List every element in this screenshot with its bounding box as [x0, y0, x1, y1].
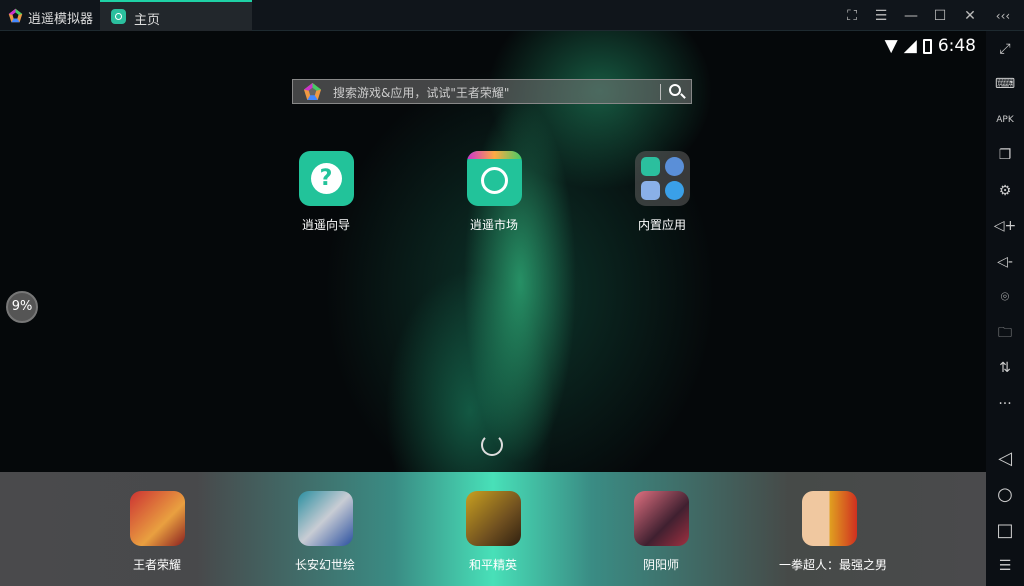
tab-home[interactable]: 主页	[100, 0, 252, 31]
game-icon	[801, 491, 857, 546]
signal-icon: ◢	[903, 36, 917, 56]
app-label: 一拳超人：最强之男	[779, 558, 888, 572]
home-icon[interactable]: ○	[986, 483, 1024, 507]
gear-icon[interactable]: ⚙	[986, 179, 1024, 203]
apk-icon[interactable]: APK	[986, 108, 1024, 132]
battery-icon	[922, 38, 932, 54]
sidebar-toolbar: ⤢ ⌨ APK ❐ ⚙ ◁+ ◁- ⌾ 🗀 ⇅ ··· ◁ ○ □ ☰	[986, 31, 1024, 586]
folder-icon	[634, 151, 690, 206]
home-tab-icon	[111, 9, 126, 24]
search-icon[interactable]	[669, 84, 681, 96]
more-icon[interactable]: ···	[986, 392, 1024, 416]
app-label: 王者荣耀	[132, 558, 181, 572]
folder-icon[interactable]: 🗀	[986, 321, 1024, 345]
app-label: 阴阳师	[642, 558, 679, 572]
screenshot-button[interactable]: ⛶	[843, 7, 861, 25]
collapse-sidebar-button[interactable]: ‹‹‹	[994, 7, 1012, 25]
market-icon	[466, 151, 522, 206]
help-icon: ?	[298, 151, 354, 206]
dock-app[interactable]: 长安幻世绘	[275, 491, 375, 573]
android-screen[interactable]: ▼ ◢ 6:48 搜索游戏&应用，试试"王者荣耀" ? 逍遥向导 逍遥市场 内置…	[0, 31, 986, 586]
clock: 6:48	[937, 36, 976, 56]
title-bar: 逍遥模拟器 主页 ⛶ ☰ — ☐ ✕ ‹‹‹	[0, 0, 1024, 31]
volume-up-icon[interactable]: ◁+	[986, 214, 1024, 238]
dock-app[interactable]: 王者荣耀	[107, 491, 207, 573]
app-guide[interactable]: ? 逍遥向导	[276, 151, 376, 233]
location-icon[interactable]: ⌾	[986, 285, 1024, 309]
dock-app[interactable]: 阴阳师	[611, 491, 711, 573]
search-input[interactable]: 搜索游戏&应用，试试"王者荣耀"	[292, 79, 692, 104]
app-market[interactable]: 逍遥市场	[444, 151, 544, 233]
close-button[interactable]: ✕	[961, 7, 979, 25]
list-menu-icon[interactable]: ☰	[986, 554, 1024, 578]
app-label: 和平精英	[468, 558, 517, 572]
refresh-icon[interactable]	[481, 434, 503, 456]
app-folder-builtin[interactable]: 内置应用	[612, 151, 712, 233]
app-store-logo-icon	[303, 82, 322, 101]
game-icon	[129, 491, 185, 546]
wifi-icon: ▼	[884, 36, 898, 56]
app-label: 长安幻世绘	[294, 558, 355, 572]
dock-app[interactable]: 和平精英	[443, 491, 543, 573]
app-label: 逍遥向导	[301, 218, 350, 232]
status-bar: ▼ ◢ 6:48	[885, 36, 976, 56]
game-icon	[465, 491, 521, 546]
app-title: 逍遥模拟器	[28, 12, 94, 27]
dock: 王者荣耀 长安幻世绘 和平精英 阴阳师 一拳超人：最强之男	[0, 472, 986, 586]
keyboard-icon[interactable]: ⌨	[986, 72, 1024, 96]
multi-window-icon[interactable]: ❐	[986, 143, 1024, 167]
divider	[660, 84, 661, 100]
fullscreen-icon[interactable]: ⤢	[986, 37, 1024, 61]
maximize-button[interactable]: ☐	[931, 7, 949, 25]
dock-app[interactable]: 一拳超人：最强之男	[779, 491, 888, 573]
app-label: 内置应用	[637, 218, 686, 232]
game-icon	[297, 491, 353, 546]
game-icon	[633, 491, 689, 546]
search-placeholder: 搜索游戏&应用，试试"王者荣耀"	[333, 86, 510, 100]
app-logo-icon	[8, 8, 23, 23]
minimize-button[interactable]: —	[902, 7, 920, 25]
back-icon[interactable]: ◁	[986, 447, 1024, 471]
progress-indicator: 9%	[6, 291, 38, 323]
app-label: 逍遥市场	[469, 218, 518, 232]
recents-icon[interactable]: □	[986, 519, 1024, 543]
rotate-icon[interactable]: ⇅	[986, 356, 1024, 380]
volume-down-icon[interactable]: ◁-	[986, 250, 1024, 274]
menu-button[interactable]: ☰	[872, 7, 890, 25]
tab-label: 主页	[134, 13, 161, 28]
